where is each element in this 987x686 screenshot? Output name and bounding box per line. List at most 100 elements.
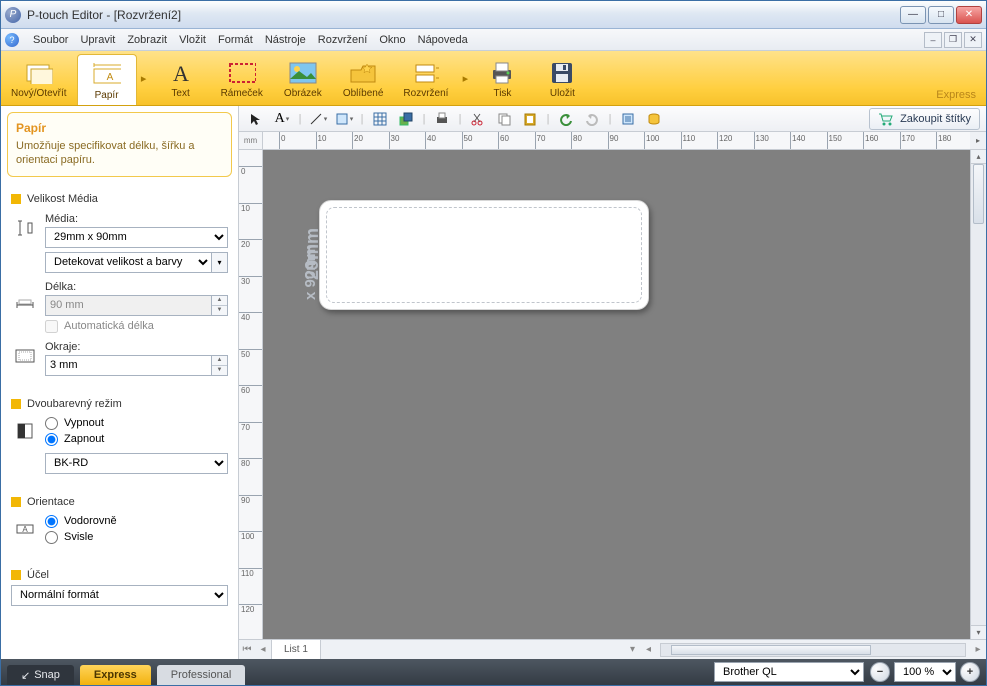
hruler-scroll-arrow[interactable]: ▸: [970, 132, 986, 150]
menu-format[interactable]: Formát: [218, 34, 253, 46]
redo-tool[interactable]: [581, 109, 603, 129]
ribbon-paper[interactable]: A Papír: [77, 54, 137, 105]
label-shape[interactable]: [319, 200, 649, 310]
sheet-tabbar: ⏮ ◂ List 1 ▾ ◂ ▸: [239, 639, 986, 659]
mdi-close-button[interactable]: ✕: [964, 32, 982, 48]
ribbon-mode-label: Express: [936, 89, 976, 101]
sheet-tab[interactable]: List 1: [271, 640, 321, 659]
line-tool[interactable]: ▾: [307, 109, 329, 129]
ribbon-save[interactable]: Uložit: [532, 51, 592, 105]
pointer-tool[interactable]: [245, 109, 267, 129]
printer-select[interactable]: Brother QL: [714, 662, 864, 682]
hscroll-left[interactable]: ◂: [640, 644, 656, 655]
menu-help[interactable]: Nápoveda: [418, 34, 468, 46]
hscroll-right[interactable]: ▸: [970, 644, 986, 655]
length-spin-up[interactable]: ▲: [212, 296, 227, 306]
detect-dropdown-button[interactable]: ▾: [212, 252, 228, 273]
orientation-v-radio[interactable]: [45, 531, 58, 544]
purpose-header: Účel: [27, 569, 49, 581]
panel-description-box: Papír Umožňuje specifikovat délku, šířku…: [7, 112, 232, 177]
media-label: Média:: [45, 213, 228, 225]
ribbon-separator: ▸: [137, 51, 151, 105]
menu-tools[interactable]: Nástroje: [265, 34, 306, 46]
ribbon-image[interactable]: Obrázek: [273, 51, 333, 105]
app-window: P P-touch Editor - [Rozvržení2] — □ ✕ ? …: [0, 0, 987, 686]
margins-spin-down[interactable]: ▼: [212, 366, 227, 375]
label-dim-secondary: x 90mm: [303, 244, 318, 300]
vscroll-thumb[interactable]: [973, 164, 984, 224]
table-tool[interactable]: [369, 109, 391, 129]
help-icon[interactable]: ?: [5, 33, 19, 47]
ribbon-layout[interactable]: Rozvržení: [393, 51, 458, 105]
ribbon-favorites[interactable]: Oblíbené: [333, 51, 394, 105]
ribbon-frame[interactable]: Rámeček: [211, 51, 273, 105]
margins-spin-up[interactable]: ▲: [212, 356, 227, 366]
buy-labels-button[interactable]: Zakoupit štítky: [869, 108, 980, 130]
purpose-select[interactable]: Normální formát: [11, 585, 228, 606]
mdi-restore-button[interactable]: ❐: [944, 32, 962, 48]
horizontal-scrollbar[interactable]: [660, 643, 966, 657]
vscroll-up[interactable]: ▴: [971, 150, 986, 164]
zoom-select[interactable]: 100 %: [894, 662, 956, 682]
tab-nav-first[interactable]: ⏮: [239, 644, 255, 655]
canvas[interactable]: 29mm x 90mm: [263, 150, 970, 639]
orientation-icon: A: [16, 522, 34, 536]
paste-tool[interactable]: [519, 109, 541, 129]
mode-pro-tab[interactable]: Professional: [157, 665, 246, 685]
print-preview-tool[interactable]: [431, 109, 453, 129]
auto-length-checkbox: [45, 320, 58, 333]
orientation-header: Orientace: [27, 496, 75, 508]
vscroll-down[interactable]: ▾: [971, 625, 986, 639]
svg-text:A: A: [106, 72, 113, 83]
horizontal-ruler[interactable]: 0102030405060708090100110120130140150160…: [263, 132, 970, 150]
margins-label: Okraje:: [45, 341, 228, 353]
tab-nav-prev[interactable]: ◂: [255, 644, 271, 655]
zoom-in-button[interactable]: +: [960, 662, 980, 682]
menu-edit[interactable]: Upravit: [80, 34, 115, 46]
length-spin-down[interactable]: ▼: [212, 306, 227, 315]
menu-layout[interactable]: Rozvržení: [318, 34, 368, 46]
window-minimize-button[interactable]: —: [900, 6, 926, 24]
window-close-button[interactable]: ✕: [956, 6, 982, 24]
properties-tool[interactable]: [617, 109, 639, 129]
menu-insert[interactable]: Vložit: [179, 34, 206, 46]
database-tool[interactable]: [643, 109, 665, 129]
menu-window[interactable]: Okno: [379, 34, 405, 46]
svg-text:A: A: [22, 525, 28, 534]
copy-tool[interactable]: [493, 109, 515, 129]
mode-snap-tab[interactable]: ↙Snap: [7, 665, 74, 685]
orientation-h-radio[interactable]: [45, 515, 58, 528]
mode-express-tab[interactable]: Express: [80, 665, 151, 685]
menu-file[interactable]: Soubor: [33, 34, 68, 46]
window-maximize-button[interactable]: □: [928, 6, 954, 24]
length-label: Délka:: [45, 281, 228, 293]
vertical-ruler[interactable]: 0102030405060708090100110120: [239, 150, 263, 639]
undo-tool[interactable]: [555, 109, 577, 129]
text-tool[interactable]: A▾: [271, 109, 293, 129]
app-icon: P: [5, 7, 21, 23]
titlebar: P P-touch Editor - [Rozvržení2] — □ ✕: [1, 1, 986, 29]
twocolor-on-radio[interactable]: [45, 433, 58, 446]
tab-nav-menu[interactable]: ▾: [624, 644, 640, 655]
svg-text:A: A: [173, 61, 189, 85]
hscroll-thumb[interactable]: [671, 645, 871, 655]
media-size-header: Velikost Média: [27, 193, 98, 205]
ribbon-text[interactable]: A Text: [151, 51, 211, 105]
margins-icon: [15, 349, 35, 363]
margins-input[interactable]: [45, 355, 212, 376]
ribbon-print[interactable]: Tisk: [472, 51, 532, 105]
color-select[interactable]: BK-RD: [45, 453, 228, 474]
arrange-tool[interactable]: [395, 109, 417, 129]
auto-length-label: Automatická délka: [64, 320, 154, 332]
zoom-out-button[interactable]: −: [870, 662, 890, 682]
mdi-minimize-button[interactable]: –: [924, 32, 942, 48]
ribbon-new-open[interactable]: Nový/Otevřít: [1, 51, 77, 105]
cut-tool[interactable]: [467, 109, 489, 129]
twocolor-off-radio[interactable]: [45, 417, 58, 430]
shape-tool[interactable]: ▾: [333, 109, 355, 129]
vertical-scrollbar[interactable]: ▴ ▾: [970, 150, 986, 639]
detect-select[interactable]: Detekovat velikost a barvy: [45, 252, 212, 273]
menu-view[interactable]: Zobrazit: [127, 34, 167, 46]
panel-title: Papír: [16, 121, 223, 135]
media-select[interactable]: 29mm x 90mm: [45, 227, 228, 248]
